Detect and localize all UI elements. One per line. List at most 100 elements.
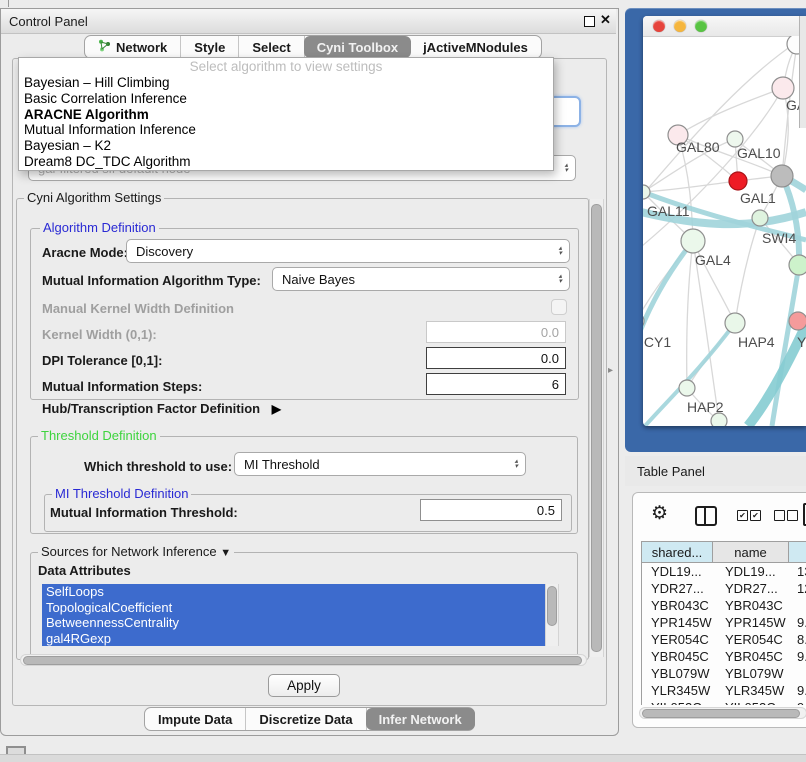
column-header-2[interactable]: name <box>713 542 789 563</box>
scrollbar-thumb[interactable] <box>23 656 582 665</box>
table-row[interactable]: YPR145WYPR145W9. <box>642 614 806 631</box>
hub-definition-toggle[interactable]: Hub/Transcription Factor Definition ▶ <box>42 401 281 416</box>
algorithm-option[interactable]: Bayesian – K2 <box>19 138 553 154</box>
network-node[interactable] <box>729 172 747 190</box>
list-vertical-scrollbar[interactable] <box>545 584 559 646</box>
zoom-traffic-light-icon[interactable] <box>695 20 707 32</box>
tab-select[interactable]: Select <box>239 36 304 58</box>
aracne-mode-select[interactable]: Discovery ▴▾ <box>126 239 570 263</box>
algorithm-option[interactable]: Basic Correlation Inference <box>19 91 553 107</box>
table-cell: 12 <box>789 581 806 596</box>
table-horizontal-scrollbar[interactable] <box>639 707 806 719</box>
table-cell: YBR045C <box>642 649 713 664</box>
node-label: GCY1 <box>643 334 671 350</box>
collapse-down-icon[interactable]: ▼ <box>220 547 231 559</box>
table-row[interactable]: YDL19...YDL19...13 <box>642 563 806 580</box>
minimize-traffic-light-icon[interactable] <box>674 20 686 32</box>
table-row[interactable]: YBL079WYBL079W <box>642 665 806 682</box>
table-row[interactable]: YDR27...YDR27...12 <box>642 580 806 597</box>
network-node[interactable] <box>789 255 806 275</box>
table-row[interactable]: YLR345WYLR345W9. <box>642 682 806 699</box>
tab-infer-network[interactable]: Infer Network <box>366 708 475 730</box>
network-node[interactable] <box>789 312 806 330</box>
attribute-list-item[interactable]: TopologicalCoefficient <box>42 600 545 616</box>
tab-jactivemnodules[interactable]: jActiveMNodules <box>410 36 541 58</box>
table-row[interactable]: YBR045CYBR045C9. <box>642 648 806 665</box>
network-node[interactable] <box>725 313 745 333</box>
mi-threshold-input[interactable]: 0.5 <box>420 499 562 521</box>
algorithm-option[interactable]: Mutual Information Inference <box>19 122 553 138</box>
table-panel: ⚙ ✔ ✔ shared...nameA YDL19...YDL19...13Y… <box>632 492 806 728</box>
attribute-list-item[interactable]: SelfLoops <box>42 584 545 600</box>
table-cell: YDR27... <box>713 581 789 596</box>
algorithm-option[interactable]: ARACNE Algorithm <box>19 107 553 123</box>
close-traffic-light-icon[interactable] <box>653 20 665 32</box>
algorithm-dropdown-list[interactable]: Select algorithm to view settings Bayesi… <box>18 57 554 171</box>
expand-right-icon[interactable]: ▶ <box>272 402 281 416</box>
network-window[interactable]: GALGAL80GAL10GAL11GAL1SWI4GAL4GCY1HAP4YH… <box>643 16 806 426</box>
float-window-icon[interactable] <box>584 16 595 27</box>
settings-horizontal-scrollbar[interactable] <box>20 654 587 666</box>
tab-cyni-toolbox[interactable]: Cyni Toolbox <box>304 36 411 58</box>
table-row[interactable]: YIL052CYIL052C9 <box>642 699 806 705</box>
manual-kernel-checkbox[interactable] <box>551 299 567 315</box>
mi-type-select[interactable]: Naive Bayes ▴▾ <box>272 267 570 291</box>
node-label: GAL11 <box>647 203 690 219</box>
table-cell: YER054C <box>713 632 789 647</box>
table-panel-header[interactable]: Table Panel <box>625 456 806 486</box>
node-label: SWI4 <box>762 230 796 246</box>
table-header-row: shared...nameA <box>641 541 806 563</box>
unchecked-box-icon[interactable] <box>787 510 798 521</box>
panel-splitter-icon[interactable]: ▸ <box>608 365 613 376</box>
checked-box-icon[interactable]: ✔ <box>737 510 748 521</box>
node-label: GAL80 <box>676 139 720 155</box>
mi-type-label: Mutual Information Algorithm Type: <box>42 273 261 288</box>
network-node[interactable] <box>681 229 705 253</box>
network-node[interactable] <box>771 165 793 187</box>
which-threshold-label: Which threshold to use: <box>84 459 232 474</box>
dpi-tolerance-input[interactable]: 0.0 <box>426 347 566 369</box>
apply-button[interactable]: Apply <box>268 674 340 697</box>
attribute-list-item[interactable]: gal4RGexp <box>42 631 545 647</box>
network-canvas[interactable]: GALGAL80GAL10GAL11GAL1SWI4GAL4GCY1HAP4YH… <box>643 36 806 426</box>
which-threshold-select[interactable]: MI Threshold ▴▾ <box>234 452 526 476</box>
scrollbar-thumb[interactable] <box>642 709 800 718</box>
network-node[interactable] <box>772 77 794 99</box>
mi-steps-input[interactable]: 6 <box>426 373 566 395</box>
cyni-bottom-tabs: Impute DataDiscretize DataInfer Network <box>144 707 475 731</box>
table-cell: 9. <box>789 683 806 698</box>
table-cell: YER054C <box>642 632 713 647</box>
data-attributes-list[interactable]: SelfLoopsTopologicalCoefficientBetweenne… <box>42 584 545 646</box>
checked-box-icon[interactable]: ✔ <box>750 510 761 521</box>
column-header-1[interactable]: shared... <box>642 542 713 563</box>
bottom-status-strip <box>0 754 806 762</box>
table-row[interactable]: YBR043CYBR043C <box>642 597 806 614</box>
table-cell: YBR045C <box>713 649 789 664</box>
stepper-icon: ▴▾ <box>558 274 562 284</box>
scrollbar-thumb[interactable] <box>547 586 557 626</box>
columns-icon[interactable] <box>695 506 717 526</box>
tab-discretize-data[interactable]: Discretize Data <box>246 708 366 730</box>
close-icon[interactable]: ✕ <box>600 12 611 28</box>
tab-network[interactable]: Network <box>85 36 181 58</box>
kernel-width-input[interactable]: 0.0 <box>426 321 566 343</box>
table-cell: YIL052C <box>713 700 789 705</box>
control-panel-titlebar[interactable]: Control Panel <box>1 9 616 34</box>
attribute-list-item[interactable]: BetweennessCentrality <box>42 615 545 631</box>
tab-style[interactable]: Style <box>181 36 239 58</box>
algorithm-option[interactable]: Bayesian – Hill Climbing <box>19 75 553 91</box>
tab-impute-data[interactable]: Impute Data <box>145 708 246 730</box>
background-spinner[interactable] <box>551 96 581 127</box>
settings-vertical-scrollbar[interactable] <box>589 199 604 657</box>
scrollbar-thumb[interactable] <box>591 204 602 652</box>
network-node[interactable] <box>679 380 695 396</box>
network-window-titlebar[interactable] <box>643 16 806 37</box>
network-icon <box>98 39 116 55</box>
algorithm-option[interactable]: Dream8 DC_TDC Algorithm <box>19 154 553 170</box>
sources-title[interactable]: Sources for Network Inference ▼ <box>38 545 234 560</box>
gear-icon[interactable]: ⚙ <box>651 502 668 525</box>
network-node[interactable] <box>752 210 768 226</box>
table-row[interactable]: YER054CYER054C8. <box>642 631 806 648</box>
column-header-3[interactable]: A <box>789 542 806 563</box>
unchecked-box-icon[interactable] <box>774 510 785 521</box>
